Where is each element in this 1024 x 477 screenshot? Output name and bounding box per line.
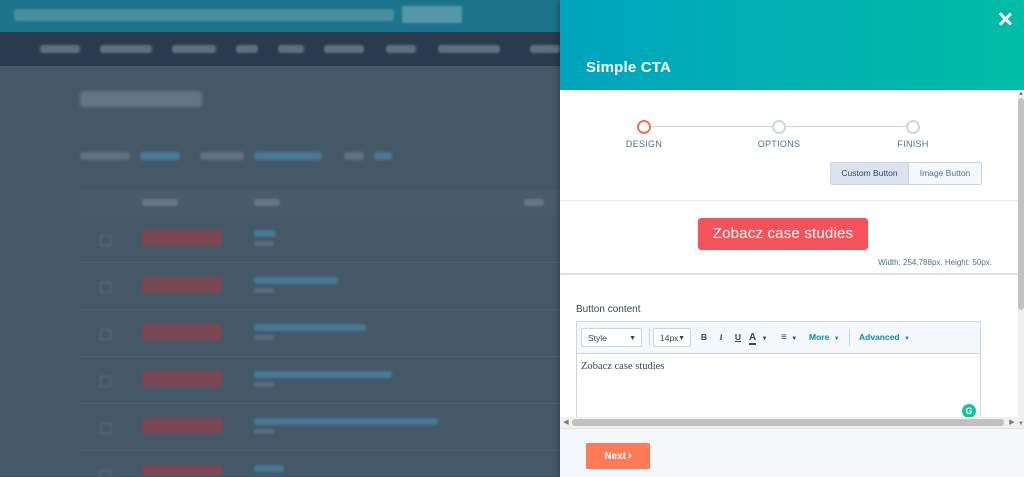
font-size-select[interactable]: 14px ▼ — [653, 328, 691, 347]
chevron-down-icon: ▼ — [904, 336, 910, 342]
next-label: Next — [604, 451, 626, 462]
chevron-down-icon: ▼ — [678, 335, 685, 342]
editor-content[interactable]: Zobacz case studies — [581, 361, 664, 372]
cta-preview-button[interactable]: Zobacz case studies — [698, 218, 868, 250]
toolbar-divider — [849, 329, 850, 346]
font-size-value: 14px — [660, 333, 679, 343]
panel-body: DESIGN OPTIONS FINISH Custom Button Imag… — [560, 90, 1018, 428]
vertical-scrollbar[interactable]: ▲ ▼ — [1018, 90, 1024, 428]
toolbar-divider — [649, 329, 650, 346]
step-label-design: DESIGN — [625, 139, 663, 149]
chevron-down-icon: ▼ — [833, 336, 840, 342]
chevron-down-icon: ▼ — [629, 335, 636, 342]
panel-header: Simple CTA — [560, 0, 1024, 90]
rich-text-editor: Style ▼ 14px ▼ B I U A ▼ ≡ ▼ More ▼ Adva… — [576, 321, 981, 428]
align-left-icon: ≡ — [781, 332, 787, 343]
step-progress: DESIGN OPTIONS FINISH — [560, 90, 1018, 160]
cta-panel: Simple CTA DESIGN OPTIONS FINISH Custom … — [560, 0, 1024, 477]
style-select[interactable]: Style ▼ — [581, 328, 642, 347]
chevron-down-icon: ▼ — [761, 336, 768, 342]
scroll-down-icon[interactable]: ▼ — [1018, 420, 1024, 428]
panel-title: Simple CTA — [586, 59, 672, 76]
more-label: More — [809, 332, 830, 342]
underline-button[interactable]: U — [732, 328, 744, 347]
horizontal-scroll-thumb[interactable] — [572, 419, 1004, 426]
custom-button-option[interactable]: Custom Button — [831, 163, 909, 184]
grammarly-icon[interactable]: G — [962, 404, 976, 418]
chevron-right-icon: › — [628, 450, 632, 462]
cta-preview-area: Zobacz case studies Width: 254.788px. He… — [560, 200, 1018, 275]
background-page — [0, 0, 560, 476]
more-button[interactable]: More ▼ — [809, 328, 840, 347]
scroll-right-icon[interactable]: ▶ — [1007, 417, 1017, 428]
style-select-value: Style — [588, 333, 607, 343]
step-label-options: OPTIONS — [757, 139, 801, 149]
image-button-option[interactable]: Image Button — [909, 163, 981, 184]
step-label-finish: FINISH — [897, 139, 929, 149]
scroll-left-icon[interactable]: ◀ — [561, 417, 571, 428]
step-connector — [650, 126, 779, 127]
scroll-up-icon[interactable]: ▲ — [1018, 90, 1024, 98]
vertical-scroll-thumb[interactable] — [1018, 98, 1024, 310]
step-finish-indicator[interactable] — [906, 120, 920, 134]
cta-dimensions: Width: 254.788px. Height: 50px. — [878, 258, 992, 267]
horizontal-scrollbar[interactable]: ◀ ▶ — [560, 417, 1018, 428]
editor-toolbar: Style ▼ 14px ▼ B I U A ▼ ≡ ▼ More ▼ Adva… — [577, 322, 980, 354]
button-type-toggle: Custom Button Image Button — [830, 162, 982, 185]
chevron-down-icon: ▼ — [791, 336, 798, 342]
panel-footer: Next › — [560, 428, 1024, 477]
modal-overlay[interactable] — [0, 0, 560, 476]
next-button[interactable]: Next › — [586, 443, 650, 469]
step-design-indicator[interactable] — [637, 120, 651, 134]
advanced-button[interactable]: Advanced ▼ — [859, 328, 910, 347]
button-content-label: Button content — [576, 304, 641, 315]
italic-button[interactable]: I — [715, 328, 727, 347]
font-color-icon: A — [749, 332, 757, 345]
bold-button[interactable]: B — [698, 328, 710, 347]
font-color-button[interactable]: A ▼ — [749, 328, 771, 347]
advanced-label: Advanced — [859, 332, 900, 342]
align-button[interactable]: ≡ ▼ — [781, 328, 803, 347]
step-options-indicator[interactable] — [772, 120, 786, 134]
step-connector — [785, 126, 913, 127]
close-icon[interactable] — [996, 10, 1014, 28]
